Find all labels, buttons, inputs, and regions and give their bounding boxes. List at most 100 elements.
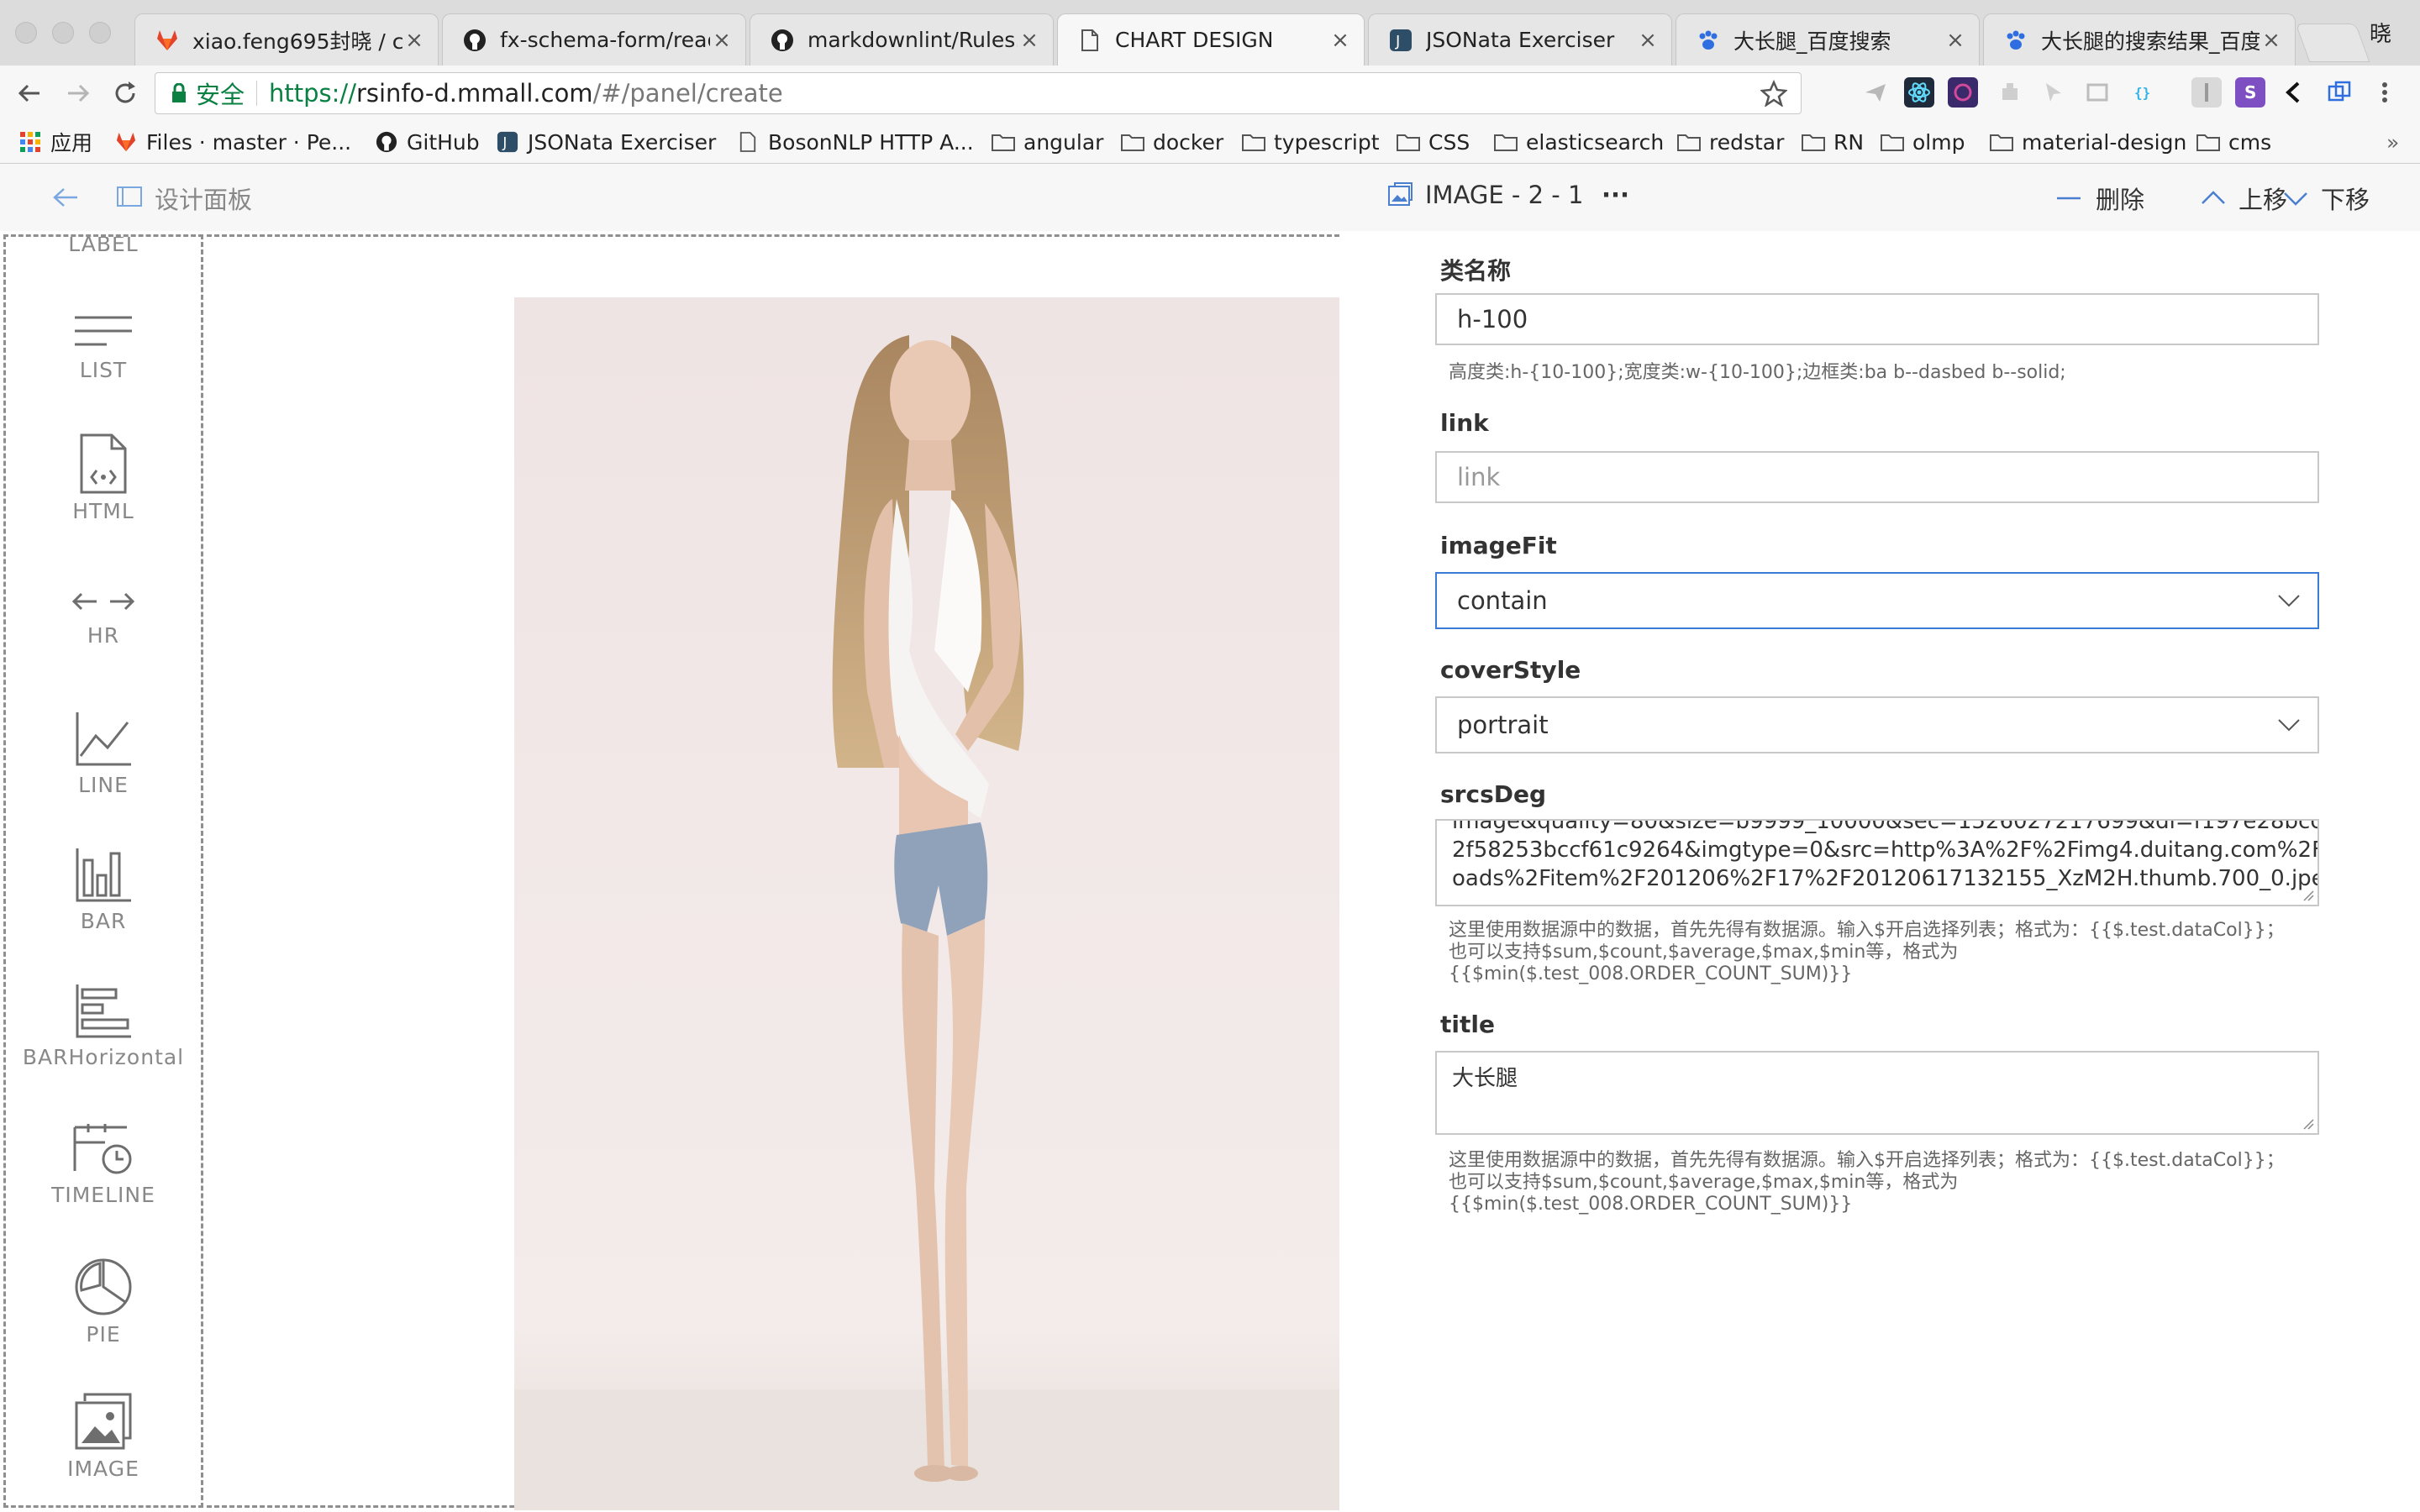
srcsdeg-line: oads%2Fitem%2F201206%2F17%2F201206171321… xyxy=(1452,866,2319,891)
extension-chevron-icon[interactable] xyxy=(2279,77,2309,108)
palette-item-text: BARHorizontal xyxy=(22,1045,185,1069)
bookmark-folder-redstar[interactable]: redstar xyxy=(1677,126,1784,158)
bookmark-folder-cms[interactable]: cms xyxy=(2196,126,2271,158)
bookmark-folder-olmp[interactable]: olmp xyxy=(1881,126,1965,158)
bookmark-folder-material-design[interactable]: material-design xyxy=(1990,126,2186,158)
palette-item-text: HR xyxy=(87,623,120,648)
svg-text:S: S xyxy=(2244,82,2256,102)
palette-item-image[interactable]: IMAGE xyxy=(6,1391,201,1481)
folder-icon xyxy=(2196,130,2220,154)
bookmark-folder-rn[interactable]: RN xyxy=(1802,126,1864,158)
title-value: 大长腿 xyxy=(1452,1066,1518,1091)
bookmark-folder-docker[interactable]: docker xyxy=(1121,126,1223,158)
srcsdeg-line: image&quality=80&size=b9999_10000&sec=15… xyxy=(1452,819,2319,834)
window-close-button[interactable] xyxy=(15,22,37,44)
new-tab-button[interactable] xyxy=(2295,24,2370,62)
bookmark-label: cms xyxy=(2228,129,2272,155)
bookmarks-bar: 应用 Files · master · Pe... GitHub J JSONa… xyxy=(0,121,2420,164)
tab-close-icon[interactable]: × xyxy=(1328,28,1352,53)
svg-text:J: J xyxy=(1395,33,1400,50)
tab-close-icon[interactable]: × xyxy=(1636,28,1660,53)
bookmark-files[interactable]: Files · master · Pe... xyxy=(114,126,351,158)
palette-item-label[interactable]: LABEL xyxy=(6,237,201,256)
tab-close-icon[interactable]: × xyxy=(1018,28,1041,53)
help-line: 这里使用数据源中的数据，首先先得有数据源。输入$开启选择列表；格式为：{{$.t… xyxy=(1449,1150,2285,1171)
back-arrow-icon[interactable] xyxy=(50,182,81,216)
bookmarks-overflow-button[interactable]: » xyxy=(2386,126,2399,158)
design-canvas[interactable] xyxy=(207,234,1339,1510)
svg-text:J: J xyxy=(502,134,507,151)
tab-close-icon[interactable]: × xyxy=(710,28,734,53)
tab-title: xiao.feng695封晓 / cha xyxy=(192,29,402,54)
bookmark-label: elasticsearch xyxy=(1526,129,1665,155)
tab-close-icon[interactable]: × xyxy=(1944,28,1967,53)
move-up-button[interactable]: 上移 xyxy=(2200,181,2287,216)
browser-tab[interactable]: 大长腿_百度搜索 × xyxy=(1676,13,1980,66)
browser-menu-icon[interactable] xyxy=(2370,77,2400,108)
more-menu-button[interactable]: ··· xyxy=(1602,181,1629,209)
profile-button[interactable]: 晓 xyxy=(2370,17,2391,48)
window-zoom-button[interactable] xyxy=(89,22,111,44)
browser-tab-active[interactable]: CHART DESIGN × xyxy=(1057,13,1365,66)
bookmark-jsonata[interactable]: J JSONata Exerciser xyxy=(496,126,716,158)
bookmark-github[interactable]: GitHub xyxy=(375,126,480,158)
move-down-button[interactable]: 下移 xyxy=(2282,181,2370,216)
classname-input[interactable]: h-100 xyxy=(1435,293,2319,345)
bookmark-folder-elasticsearch[interactable]: elasticsearch xyxy=(1494,126,1664,158)
extension-s-icon[interactable]: S xyxy=(2235,77,2265,108)
tab-close-icon[interactable]: × xyxy=(402,28,426,53)
bookmark-star-icon[interactable] xyxy=(1760,79,1788,113)
bookmark-bosonnlp[interactable]: BosonNLP HTTP A... xyxy=(736,126,974,158)
palette-item-bar[interactable]: BAR xyxy=(6,847,201,933)
bookmark-folder-typescript[interactable]: typescript xyxy=(1242,126,1380,158)
palette-item-text: IMAGE xyxy=(67,1457,139,1481)
bookmark-folder-css[interactable]: CSS xyxy=(1397,126,1470,158)
palette-item-barhorizontal[interactable]: BARHorizontal xyxy=(6,983,201,1069)
imagefit-select[interactable]: contain xyxy=(1435,572,2319,629)
link-input[interactable]: link xyxy=(1435,451,2319,503)
image-component-preview[interactable] xyxy=(514,297,1339,1510)
delete-button[interactable]: 删除 xyxy=(2055,181,2144,216)
browser-tab[interactable]: fx-schema-form/readm × xyxy=(442,13,746,66)
title-label: title xyxy=(1440,1011,1495,1038)
browser-tab[interactable]: 大长腿的搜索结果_百度 × xyxy=(1983,13,2296,66)
address-bar[interactable]: 安全 https:// rsinfo-d.mmall.com /#/panel/… xyxy=(155,72,1802,114)
window-minimize-button[interactable] xyxy=(52,22,74,44)
coverstyle-select[interactable]: portrait xyxy=(1435,696,2319,753)
palette-item-html[interactable]: HTML xyxy=(6,433,201,523)
palette-item-text: LIST xyxy=(79,358,128,382)
browser-tab[interactable]: J JSONata Exerciser × xyxy=(1368,13,1672,66)
browser-tab[interactable]: xiao.feng695封晓 / cha × xyxy=(134,13,439,66)
palette-item-hr[interactable]: HR xyxy=(6,585,201,648)
secure-indicator[interactable]: 安全 xyxy=(171,76,245,111)
extension-bird-icon[interactable] xyxy=(1860,77,1891,108)
resize-grip-icon[interactable] xyxy=(2302,1118,2314,1130)
palette-item-timeline[interactable]: TIMELINE xyxy=(6,1121,201,1207)
palette-item-pie[interactable]: PIE xyxy=(6,1257,201,1347)
bookmark-label: CSS xyxy=(1428,129,1470,155)
move-up-label: 上移 xyxy=(2238,186,2288,214)
extension-json-icon[interactable]: {} xyxy=(2128,77,2158,108)
tab-close-icon[interactable]: × xyxy=(2260,28,2283,53)
srcsdeg-textarea[interactable]: image&quality=80&size=b9999_10000&sec=15… xyxy=(1435,819,2319,906)
extension-capture-icon[interactable] xyxy=(2082,77,2112,108)
selected-component: IMAGE - 2 - 1 xyxy=(1386,181,1583,209)
extension-redux-icon[interactable] xyxy=(1948,77,1978,108)
bookmark-folder-angular[interactable]: angular xyxy=(992,126,1103,158)
extension-gray-icon[interactable] xyxy=(1995,77,2025,108)
extension-bar-icon[interactable] xyxy=(2191,77,2222,108)
forward-button[interactable] xyxy=(59,74,97,113)
resize-grip-icon[interactable] xyxy=(2302,890,2314,901)
extension-react-icon[interactable] xyxy=(1904,77,1934,108)
back-button[interactable] xyxy=(10,74,49,113)
title-textarea[interactable]: 大长腿 xyxy=(1435,1051,2319,1135)
imagefit-label: imageFit xyxy=(1440,532,1557,559)
reload-button[interactable] xyxy=(106,74,145,113)
browser-tab[interactable]: markdownlint/Rules.mc × xyxy=(750,13,1054,66)
palette-item-line[interactable]: LINE xyxy=(6,711,201,797)
extension-cursor-icon[interactable] xyxy=(2039,77,2069,108)
bookmark-apps[interactable]: 应用 xyxy=(18,126,92,158)
chart-design-app: 设计面板 IMAGE - 2 - 1 ··· 删除 上移 下移 LABEL LI… xyxy=(0,164,2420,1512)
palette-item-list[interactable]: LIST xyxy=(6,311,201,382)
extension-translate-icon[interactable] xyxy=(2324,77,2354,108)
